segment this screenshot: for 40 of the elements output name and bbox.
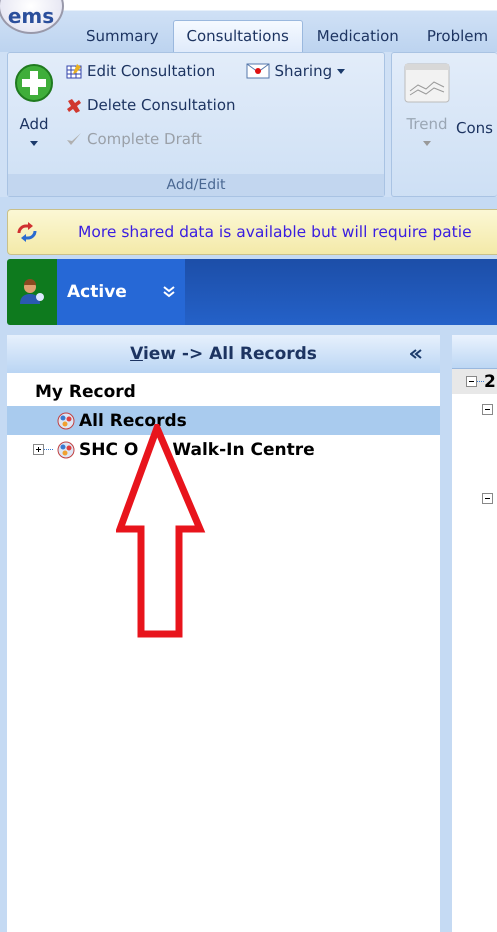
ribbon-button[interactable]: Cons	[456, 118, 493, 136]
person-icon	[19, 279, 45, 305]
minus-box-icon	[466, 376, 484, 387]
tab[interactable]: Medication	[302, 20, 413, 52]
plus-icon	[14, 63, 54, 103]
record-icon	[57, 440, 75, 458]
caret-icon	[423, 141, 431, 146]
sync-arrows-icon	[16, 221, 38, 243]
notification-text: More shared data is available but will require patie	[78, 223, 472, 241]
caret-icon	[30, 141, 38, 146]
plus-box-icon	[33, 444, 53, 455]
double-chevron-icon	[163, 286, 175, 298]
tree-item[interactable]: SHC O Walk-In Centre	[7, 435, 440, 464]
add-button[interactable]: Add	[12, 59, 56, 168]
tree-label: All Records	[79, 410, 187, 430]
status-dropdown[interactable]: Active	[57, 259, 185, 325]
tree-item[interactable]: All Records	[7, 406, 440, 435]
ribbon-button[interactable]: Delete Consultation	[66, 93, 236, 117]
panel-header	[452, 335, 497, 369]
user-icon-tile[interactable]	[7, 259, 57, 325]
sharing-button[interactable]: Sharing	[246, 59, 346, 83]
envelope-icon	[246, 63, 270, 79]
tree-item[interactable]: 2	[452, 369, 497, 394]
check-icon	[66, 131, 82, 147]
tab[interactable]: Summary	[72, 20, 172, 52]
app-logo[interactable]: ems	[0, 0, 64, 34]
tree-item[interactable]: My Record	[7, 377, 440, 406]
collapse-icon	[410, 349, 422, 359]
tree-label: SHC O	[79, 440, 138, 460]
cross-icon	[66, 97, 82, 113]
tree-label: Walk-In Centre	[172, 440, 315, 460]
caret-icon	[337, 68, 346, 74]
ribbon-button[interactable]: Edit Consultation	[66, 59, 236, 83]
tab[interactable]: Consultations	[172, 20, 303, 52]
group-label: Add/Edit	[8, 174, 384, 196]
record-icon	[57, 412, 75, 430]
tab[interactable]: Problem	[412, 20, 497, 52]
tree-label: My Record	[35, 382, 136, 402]
line-graph-icon	[404, 63, 450, 103]
grid-pencil-icon	[66, 63, 82, 79]
